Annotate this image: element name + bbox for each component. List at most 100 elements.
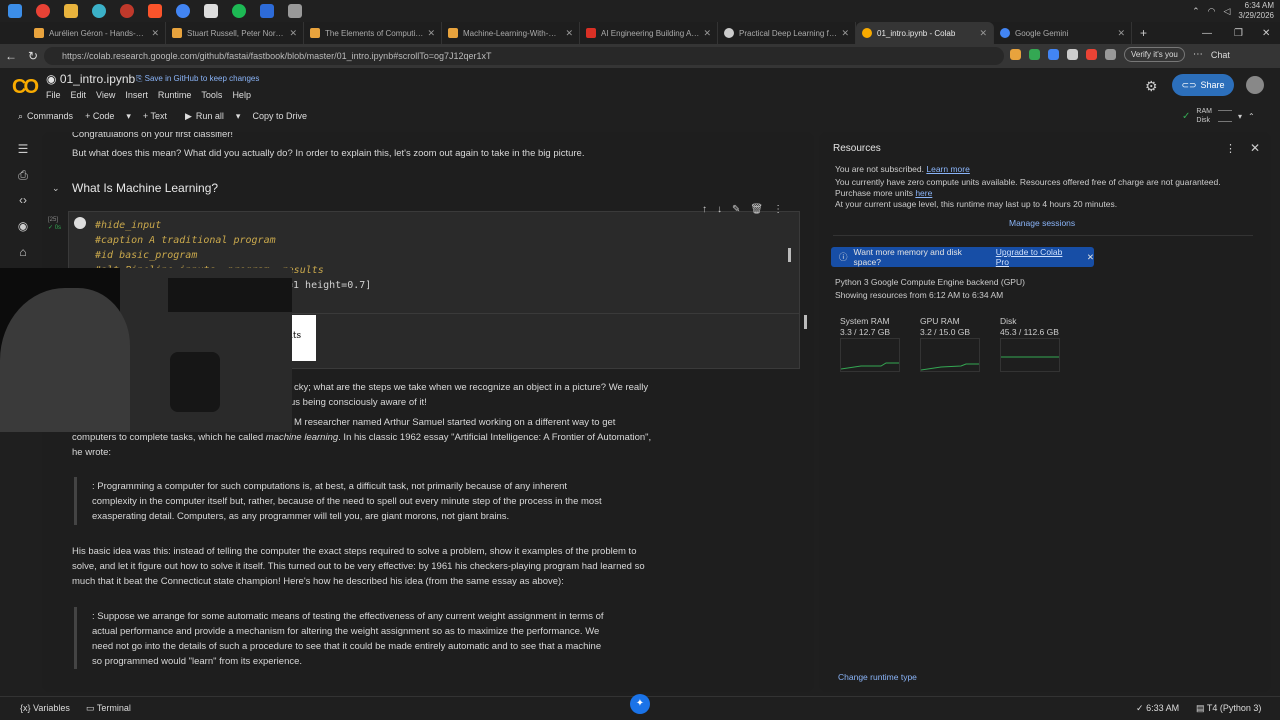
window-close-button[interactable]: ✕: [1262, 28, 1270, 39]
cell-scrollbar[interactable]: [788, 248, 791, 262]
runtime-status[interactable]: ▤ T4 (Python 3): [1196, 703, 1261, 714]
extension-icon[interactable]: [1010, 49, 1021, 60]
tab-elements-computing[interactable]: The Elements of Computing Syste✕: [304, 22, 442, 44]
gemini-button[interactable]: ✦: [630, 694, 650, 714]
avatar[interactable]: [1246, 76, 1264, 94]
colab-logo-icon[interactable]: CO: [12, 76, 39, 99]
change-runtime-type-link[interactable]: Change runtime type: [838, 672, 917, 683]
tab-practical-dl[interactable]: Practical Deep Learning for Coder ✕: [718, 22, 856, 44]
menu-runtime[interactable]: Runtime: [158, 90, 192, 100]
close-icon[interactable]: ✕: [979, 28, 987, 39]
more-vert-icon[interactable]: ⋮: [1225, 142, 1236, 155]
volume-icon[interactable]: ◁: [1223, 6, 1230, 17]
files-icon[interactable]: ⌂: [16, 245, 30, 259]
extension-icon[interactable]: [1086, 49, 1097, 60]
variables-button[interactable]: {x} Variables: [20, 703, 70, 713]
app-icon[interactable]: [120, 4, 134, 18]
tab-hands-on-ml[interactable]: Aurélien Géron - Hands-On Mach ✕: [28, 22, 166, 44]
add-text-button[interactable]: + Text: [143, 111, 167, 121]
close-icon[interactable]: ✕: [151, 28, 159, 39]
table-of-contents-icon[interactable]: ☰: [16, 142, 30, 156]
more-options-icon[interactable]: ⋮: [773, 204, 783, 215]
extension-icon[interactable]: [1105, 49, 1116, 60]
chat-button[interactable]: Chat: [1211, 50, 1230, 60]
menu-insert[interactable]: Insert: [125, 90, 148, 100]
output-scrollbar[interactable]: [804, 315, 807, 329]
terminal-button[interactable]: ▭ Terminal: [86, 703, 131, 714]
folder-icon[interactable]: [64, 4, 78, 18]
close-icon[interactable]: ✕: [1250, 141, 1260, 155]
run-cell-button[interactable]: [74, 217, 86, 229]
extension-icon[interactable]: [1029, 49, 1040, 60]
spotify-icon[interactable]: [232, 4, 246, 18]
back-arrow-icon[interactable]: ←: [0, 49, 22, 63]
close-icon[interactable]: ✕: [703, 28, 711, 39]
system-clock[interactable]: 6:34 AM 3/29/2026: [1238, 1, 1274, 21]
reload-icon[interactable]: ↻: [22, 49, 44, 63]
new-tab-button[interactable]: +: [1140, 26, 1147, 40]
menu-view[interactable]: View: [96, 90, 115, 100]
section-collapse-chevron-icon[interactable]: ⌄: [52, 183, 60, 194]
close-icon[interactable]: ✕: [289, 28, 297, 39]
chevron-down-icon[interactable]: ▾: [1238, 112, 1242, 121]
edge-icon[interactable]: [92, 4, 106, 18]
add-code-button[interactable]: + Code: [85, 111, 114, 121]
edit-app-icon[interactable]: [204, 4, 218, 18]
chevron-up-icon[interactable]: ⌃: [1192, 6, 1200, 17]
wifi-icon[interactable]: ◠: [1208, 6, 1216, 17]
tab-colab[interactable]: 01_intro.ipynb - Colab ✕: [856, 22, 994, 44]
run-all-button[interactable]: ▶ Run all: [185, 111, 224, 122]
window-restore-button[interactable]: ❐: [1234, 28, 1243, 39]
tab-russell-norvig[interactable]: Stuart Russell, Peter Norvig - Artif✕: [166, 22, 304, 44]
save-in-github-link[interactable]: ⎘ Save in GitHub to keep changes: [136, 74, 259, 84]
ram-disk-indicator[interactable]: ✓ RAM Disk ▾ ⌃: [1182, 107, 1255, 125]
menu-file[interactable]: File: [46, 90, 61, 100]
chrome-icon[interactable]: [36, 4, 50, 18]
close-icon[interactable]: ✕: [1117, 28, 1125, 39]
close-icon[interactable]: ✕: [565, 28, 573, 39]
windows-start-icon[interactable]: [8, 4, 22, 18]
copy-to-drive-button[interactable]: Copy to Drive: [252, 111, 307, 121]
paragraph-idea-line: much that it beat the Connecticut state …: [72, 576, 564, 587]
menu-edit[interactable]: Edit: [71, 90, 87, 100]
commands-button[interactable]: ⌕ Commands: [18, 111, 73, 122]
paragraph-idea-line: solve, and let it figure out how to solv…: [72, 561, 645, 572]
move-down-icon[interactable]: ↓: [717, 204, 722, 215]
move-up-icon[interactable]: ↑: [702, 204, 707, 215]
app-grid-icon[interactable]: [288, 4, 302, 18]
more-vert-icon[interactable]: ⋯: [1193, 49, 1203, 60]
tab-ml-pytorch[interactable]: Machine-Learning-With-PyTorch✕: [442, 22, 580, 44]
collapse-chevron-icon[interactable]: ⌃: [1248, 112, 1255, 121]
settings-gear-icon[interactable]: ⚙: [1145, 78, 1158, 95]
code-snippets-icon[interactable]: ‹›: [16, 193, 30, 207]
purchase-here-link[interactable]: here: [915, 188, 932, 198]
learn-more-link[interactable]: Learn more: [926, 164, 969, 174]
upgrade-colab-pro-link[interactable]: Upgrade to Colab Pro: [996, 247, 1077, 267]
chrome-alt-icon[interactable]: [176, 4, 190, 18]
close-icon[interactable]: ✕: [427, 28, 435, 39]
window-minimize-button[interactable]: —: [1202, 28, 1212, 39]
share-button[interactable]: ⊂⊃ Share: [1172, 74, 1234, 96]
manage-sessions-link[interactable]: Manage sessions: [1009, 218, 1075, 229]
menu-tools[interactable]: Tools: [201, 90, 222, 100]
close-icon[interactable]: ✕: [841, 28, 849, 39]
verify-button[interactable]: Verify it's you: [1124, 47, 1185, 62]
close-icon[interactable]: ✕: [1087, 252, 1094, 263]
extension-icon[interactable]: [1067, 49, 1078, 60]
notebook-title[interactable]: ◉ 01_intro.ipynb: [46, 72, 135, 86]
brave-icon[interactable]: [148, 4, 162, 18]
edit-pencil-icon[interactable]: ✎: [732, 204, 740, 215]
app-j-icon[interactable]: [260, 4, 274, 18]
run-all-dropdown-icon[interactable]: ▾: [236, 111, 241, 122]
code-dropdown-icon[interactable]: ▾: [126, 111, 131, 122]
find-icon[interactable]: ⎙: [16, 168, 30, 182]
quote2-line: need not go into the details of such a p…: [92, 641, 602, 652]
delete-icon[interactable]: 🗑: [750, 204, 763, 215]
menu-help[interactable]: Help: [232, 90, 251, 100]
check-icon: ✓: [1136, 703, 1144, 713]
address-bar[interactable]: https://colab.research.google.com/github…: [44, 47, 1004, 65]
tab-gemini[interactable]: Google Gemini ✕: [994, 22, 1132, 44]
extension-icon[interactable]: [1048, 49, 1059, 60]
secrets-icon[interactable]: ◉: [16, 219, 30, 233]
tab-ai-engineering[interactable]: AI Engineering Building Applicatio ✕: [580, 22, 718, 44]
